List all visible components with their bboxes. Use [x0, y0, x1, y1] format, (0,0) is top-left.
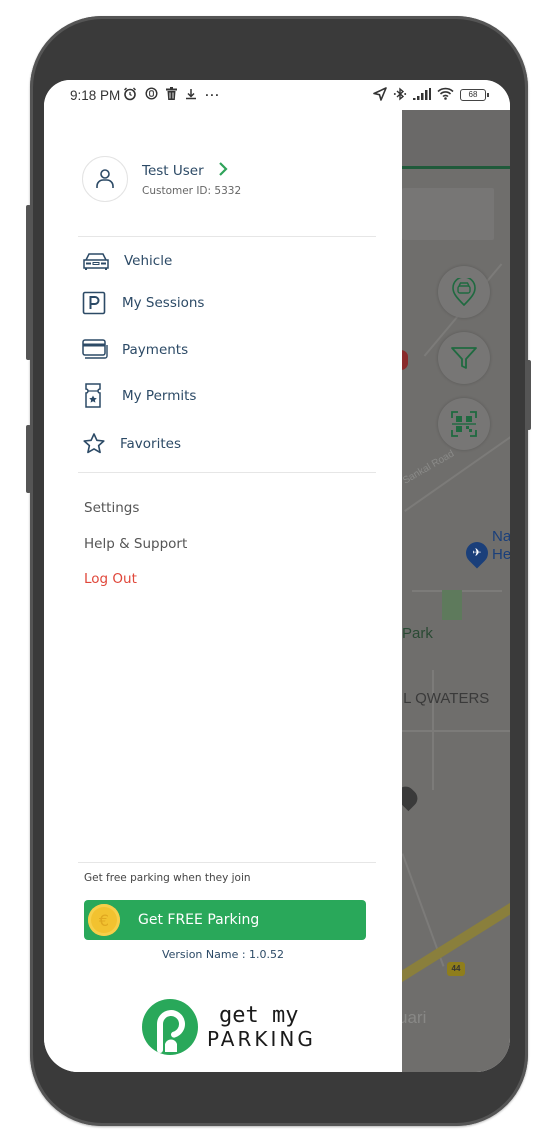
parking-icon — [82, 291, 110, 315]
map-label-place: uari — [402, 1008, 427, 1027]
map-search-box[interactable] — [402, 188, 494, 240]
get-free-parking-button[interactable]: € Get FREE Parking — [84, 900, 366, 940]
button-label: Get FREE Parking — [138, 912, 260, 928]
map-marker-dark[interactable] — [402, 782, 422, 812]
qr-scan-button[interactable] — [438, 398, 490, 450]
filter-icon — [451, 347, 477, 369]
airplane-icon: ✈ — [472, 546, 482, 559]
map-view-dimmed[interactable]: Sankal Road ✈ Na He Park IL QWATERS 44 u… — [402, 110, 510, 1072]
divider — [78, 472, 376, 473]
download-icon — [185, 88, 197, 103]
map-road — [402, 730, 510, 732]
trash-icon — [166, 87, 178, 103]
menu-item-my-sessions[interactable]: My Sessions — [82, 290, 204, 316]
logo-line-2: PARKING — [207, 1027, 316, 1051]
vehicle-locate-icon — [452, 278, 476, 306]
profile-text: Test User Customer ID: 5332 — [142, 161, 241, 197]
alarm-icon — [123, 87, 137, 104]
logo-mark-icon — [142, 999, 198, 1055]
menu-item-label: Payments — [122, 342, 189, 358]
logo-text: get my PARKING — [207, 1003, 316, 1051]
car-icon — [82, 249, 110, 273]
header-accent-line — [402, 166, 510, 169]
battery-icon: 68 — [460, 89, 489, 101]
qr-scan-icon — [451, 411, 477, 437]
location-icon — [373, 86, 387, 104]
chevron-right-icon[interactable] — [218, 161, 228, 180]
divider — [78, 862, 376, 863]
messenger-icon — [145, 87, 158, 103]
menu-item-label: My Permits — [122, 388, 197, 404]
map-park-area — [442, 590, 462, 620]
locate-vehicle-button[interactable] — [438, 266, 490, 318]
status-time: 9:18 PM — [70, 87, 121, 103]
filter-button[interactable] — [438, 332, 490, 384]
permit-ticket-icon — [82, 383, 110, 408]
map-marker-red[interactable] — [402, 350, 408, 370]
bluetooth-icon — [393, 87, 407, 104]
status-bar: 9:18 PM ··· 68 — [44, 80, 510, 110]
app-logo: get my PARKING — [141, 998, 316, 1056]
navigation-drawer: Test User Customer ID: 5332 Vehicle My S… — [44, 110, 402, 1072]
menu-item-favorites[interactable]: Favorites — [82, 431, 181, 457]
version-label: Version Name : 1.0.52 — [161, 948, 285, 961]
signal-icon — [413, 87, 431, 103]
customer-id: Customer ID: 5332 — [142, 185, 242, 197]
phone-screen: 9:18 PM ··· 68 Sankal Road ✈ Na He Park … — [44, 80, 510, 1072]
wifi-icon — [437, 87, 454, 103]
menu-item-vehicle[interactable]: Vehicle — [82, 248, 172, 274]
menu-item-label: My Sessions — [122, 295, 205, 311]
user-icon — [96, 169, 114, 188]
profile-name: Test User — [142, 162, 204, 179]
map-label-poi: Na He — [492, 528, 510, 563]
help-support-link[interactable]: Help & Support — [84, 536, 187, 552]
side-button — [26, 425, 31, 493]
profile-name-row: Test User — [142, 161, 241, 180]
volume-button — [26, 205, 31, 360]
star-icon — [82, 432, 110, 456]
highway-road — [402, 890, 510, 1000]
settings-link[interactable]: Settings — [84, 500, 139, 516]
menu-item-payments[interactable]: Payments — [82, 337, 188, 363]
invite-text: Get free parking when they join — [84, 872, 251, 884]
avatar[interactable] — [82, 156, 128, 202]
map-label-area: IL QWATERS — [402, 690, 490, 707]
map-header-bar — [402, 110, 510, 166]
menu-item-label: Favorites — [120, 436, 181, 452]
highway-badge: 44 — [447, 962, 465, 976]
divider — [78, 236, 376, 237]
coin-icon: € — [88, 904, 120, 936]
map-label-park: Park — [402, 625, 433, 642]
airport-pin[interactable]: ✈ — [461, 537, 493, 569]
menu-item-label: Vehicle — [124, 253, 173, 269]
power-button — [526, 360, 531, 430]
menu-item-my-permits[interactable]: My Permits — [82, 383, 196, 409]
profile-header[interactable]: Test User Customer ID: 5332 — [82, 156, 241, 202]
status-right-icons: 68 — [373, 86, 489, 104]
logo-line-1: get my — [219, 1003, 299, 1028]
logout-link[interactable]: Log Out — [84, 571, 137, 587]
credit-card-icon — [82, 338, 110, 362]
more-dots-icon: ··· — [205, 88, 221, 102]
